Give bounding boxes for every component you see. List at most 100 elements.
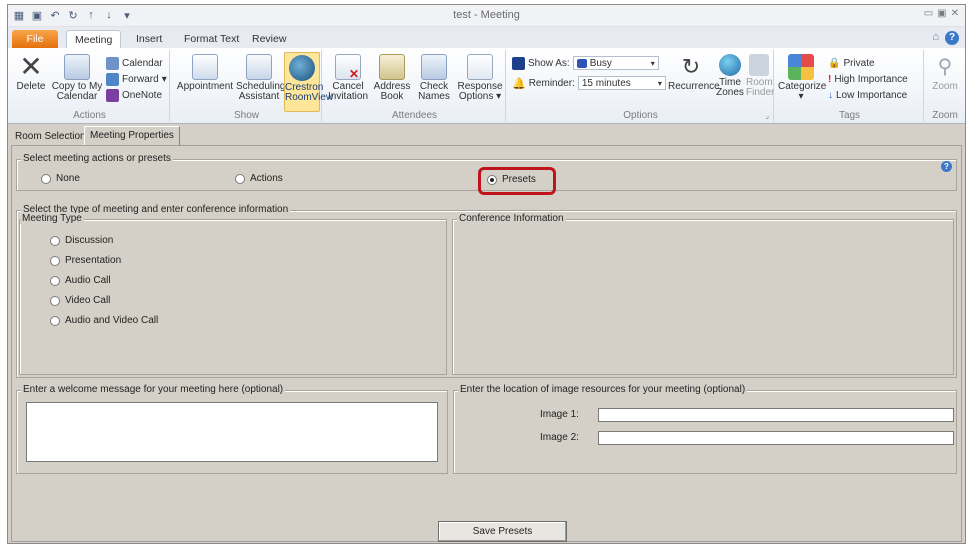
address-book-button[interactable]: Address Book bbox=[372, 54, 412, 102]
radio-actions[interactable]: Actions bbox=[235, 173, 283, 184]
group-label-show: Show bbox=[233, 110, 259, 121]
crestron-roomview-icon bbox=[289, 55, 315, 81]
high-importance-icon: ! bbox=[828, 73, 832, 85]
collapse-ribbon-icon[interactable]: ⌂ bbox=[932, 31, 939, 45]
radio-video-call-circle bbox=[50, 295, 60, 306]
recurrence-icon: ↻ bbox=[681, 54, 701, 79]
group-zoom: ⚲ Zoom Zoom bbox=[926, 50, 964, 122]
tab-room-selection[interactable]: Room Selection bbox=[10, 128, 91, 145]
actions-presets-legend: Select meeting actions or presets bbox=[21, 153, 173, 164]
radio-audio-and-video-call-circle bbox=[50, 315, 60, 326]
welcome-message-group: Enter a welcome message for your meeting… bbox=[16, 384, 448, 474]
low-importance-icon: ↓ bbox=[828, 89, 833, 101]
tab-insert[interactable]: Insert bbox=[128, 30, 170, 49]
radio-none-circle bbox=[41, 173, 51, 184]
image2-input[interactable] bbox=[598, 431, 954, 445]
window-title: test - Meeting bbox=[453, 9, 520, 21]
lock-icon: 🔒 bbox=[828, 57, 841, 69]
radio-presentation-circle bbox=[50, 255, 60, 266]
save-presets-button[interactable]: Save Presets bbox=[438, 521, 567, 542]
minimize-icon[interactable]: ▭ bbox=[924, 8, 933, 19]
appointment-icon bbox=[192, 54, 218, 80]
group-show: Appointment Scheduling Assistant Crestro… bbox=[172, 50, 333, 122]
radio-discussion-circle bbox=[50, 235, 60, 246]
low-importance-button[interactable]: ↓ Low Importance bbox=[828, 88, 907, 102]
cancel-invitation-button[interactable]: ✕ Cancel Invitation bbox=[326, 54, 370, 102]
tab-review[interactable]: Review bbox=[244, 30, 294, 49]
image-resources-group: Enter the location of image resources fo… bbox=[453, 384, 957, 474]
title-bar: ▦ ▣ ↶ ↻ ↑ ↓ ▾ test - Meeting ▭ ▣ ✕ bbox=[8, 5, 965, 27]
scheduling-assistant-button[interactable]: Scheduling Assistant bbox=[236, 54, 285, 102]
reminder-control: 🔔 Reminder: 15 minutes ▾ bbox=[512, 76, 666, 90]
group-tags: Categorize ▾ 🔒 Private ! High Importance … bbox=[776, 50, 924, 122]
copy-to-my-calendar-button[interactable]: Copy to My Calendar bbox=[50, 54, 104, 102]
appointment-button[interactable]: Appointment bbox=[176, 54, 234, 92]
window-controls: ▭ ▣ ✕ bbox=[924, 8, 959, 19]
show-as-control: Show As: Busy ▾ bbox=[512, 56, 659, 70]
welcome-message-textarea[interactable] bbox=[26, 402, 438, 462]
ribbon: ✕ Delete Copy to My Calendar Calendar Fo… bbox=[8, 48, 965, 124]
high-importance-button[interactable]: ! High Importance bbox=[828, 72, 908, 86]
response-options-button[interactable]: Response Options ▾ bbox=[456, 54, 504, 102]
radio-video-call[interactable]: Video Call bbox=[50, 295, 110, 306]
dialog-launcher-icon[interactable]: ⌟ bbox=[765, 111, 769, 120]
group-label-zoom: Zoom bbox=[932, 110, 958, 121]
maximize-icon[interactable]: ▣ bbox=[937, 8, 946, 19]
check-names-button[interactable]: Check Names bbox=[414, 54, 454, 102]
ribbon-tabs: File Meeting Insert Format Text Review ⌂… bbox=[8, 27, 965, 49]
conference-information-legend: Conference Information bbox=[457, 213, 566, 224]
info-help-icon[interactable]: ? bbox=[941, 161, 952, 172]
categorize-button[interactable]: Categorize ▾ bbox=[778, 54, 826, 102]
reminder-dropdown[interactable]: 15 minutes ▾ bbox=[577, 76, 666, 90]
tab-format-text[interactable]: Format Text bbox=[176, 30, 247, 49]
chevron-down-icon: ▾ bbox=[650, 58, 655, 68]
recurrence-button[interactable]: ↻ Recurrence bbox=[668, 54, 720, 92]
group-actions: ✕ Delete Copy to My Calendar Calendar Fo… bbox=[10, 50, 170, 122]
check-names-icon bbox=[421, 54, 447, 80]
radio-audio-call-circle bbox=[50, 275, 60, 286]
tab-file[interactable]: File bbox=[12, 30, 58, 49]
radio-audio-call[interactable]: Audio Call bbox=[50, 275, 111, 286]
forward-button[interactable]: Forward ▾ bbox=[106, 72, 167, 86]
panel-tabs: Room Selection Meeting Properties bbox=[8, 125, 965, 145]
ribbon-help-area: ⌂ ? bbox=[932, 31, 959, 45]
conference-information-group: Conference Information bbox=[452, 213, 954, 375]
meeting-window: ▦ ▣ ↶ ↻ ↑ ↓ ▾ test - Meeting ▭ ▣ ✕ File … bbox=[7, 4, 966, 544]
onenote-button[interactable]: OneNote bbox=[106, 88, 162, 102]
time-zones-button[interactable]: Time Zones bbox=[716, 54, 744, 98]
calendar-copy-icon bbox=[64, 54, 90, 80]
radio-actions-circle bbox=[235, 173, 245, 184]
radio-audio-and-video-call[interactable]: Audio and Video Call bbox=[50, 315, 158, 326]
busy-color-icon bbox=[576, 58, 587, 68]
help-icon[interactable]: ? bbox=[945, 31, 959, 45]
chevron-down-icon: ▾ bbox=[657, 78, 662, 88]
scheduling-assistant-icon bbox=[246, 54, 272, 80]
globe-icon bbox=[719, 54, 741, 76]
cancel-invitation-icon: ✕ bbox=[335, 54, 361, 80]
image2-label: Image 2: bbox=[540, 432, 579, 443]
delete-button[interactable]: ✕ Delete bbox=[14, 53, 48, 92]
radio-none[interactable]: None bbox=[41, 173, 80, 184]
show-as-dropdown[interactable]: Busy ▾ bbox=[572, 56, 659, 70]
crestron-roomview-button[interactable]: Crestron RoomView bbox=[284, 52, 333, 112]
image-resources-legend: Enter the location of image resources fo… bbox=[458, 384, 748, 395]
image1-input[interactable] bbox=[598, 408, 954, 422]
image1-label: Image 1: bbox=[540, 409, 579, 420]
radio-discussion[interactable]: Discussion bbox=[50, 235, 113, 246]
room-finder-button[interactable]: Room Finder bbox=[746, 54, 774, 98]
close-icon[interactable]: ✕ bbox=[951, 8, 959, 19]
meeting-type-group: Meeting Type Discussion Presentation Aud… bbox=[19, 213, 447, 375]
radio-presentation[interactable]: Presentation bbox=[50, 255, 121, 266]
private-button[interactable]: 🔒 Private bbox=[828, 56, 875, 70]
presets-highlight-box bbox=[478, 167, 556, 195]
room-finder-icon bbox=[749, 54, 769, 76]
meeting-type-legend: Meeting Type bbox=[20, 213, 84, 224]
group-attendees: ✕ Cancel Invitation Address Book Check N… bbox=[324, 50, 506, 122]
response-options-icon bbox=[467, 54, 493, 80]
tab-meeting-properties[interactable]: Meeting Properties bbox=[84, 126, 180, 145]
calendar-button[interactable]: Calendar bbox=[106, 56, 163, 70]
group-label-attendees: Attendees bbox=[391, 110, 438, 121]
tab-meeting[interactable]: Meeting bbox=[66, 30, 122, 49]
bell-icon: 🔔 bbox=[512, 77, 526, 90]
zoom-button[interactable]: ⚲ Zoom bbox=[930, 54, 960, 92]
